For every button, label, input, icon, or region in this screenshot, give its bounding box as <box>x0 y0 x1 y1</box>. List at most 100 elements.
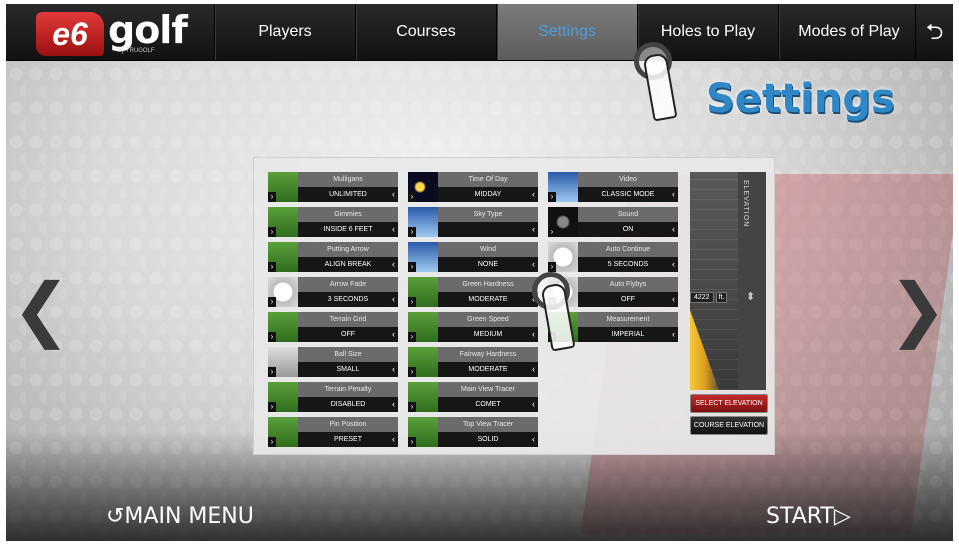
chevron-left-icon[interactable]: ‹ <box>672 327 675 342</box>
setting-green-hardness[interactable]: › Green HardnessMODERATE‹ <box>408 277 538 307</box>
chevron-right-icon[interactable]: › <box>268 367 276 377</box>
setting-video[interactable]: › Video CLASSIC MODE ‹ <box>548 172 678 202</box>
setting-putting-arrow[interactable]: › Putting Arrow ALIGN BREAK ‹ <box>268 242 398 272</box>
chevron-right-icon[interactable]: › <box>408 192 416 202</box>
setting-ball-size[interactable]: › Ball Size SMALL ‹ <box>268 347 398 377</box>
setting-gimmies[interactable]: › Gimmies INSIDE 6 FEET ‹ <box>268 207 398 237</box>
setting-value[interactable]: 3 SECONDS ‹ <box>298 292 398 307</box>
chevron-right-icon[interactable]: › <box>408 332 416 342</box>
chevron-left-icon[interactable]: ‹ <box>392 257 395 272</box>
chevron-right-icon[interactable]: › <box>548 192 556 202</box>
elevation-readout: 4222 ft. <box>690 290 738 304</box>
setting-top-view-tracer[interactable]: › Top View Tracer SOLID ‹ <box>408 417 538 447</box>
setting-value[interactable]: OFF ‹ <box>298 327 398 342</box>
tab-players[interactable]: Players <box>214 4 355 60</box>
setting-value[interactable]: ALIGN BREAK ‹ <box>298 257 398 272</box>
chevron-right-icon[interactable]: › <box>268 262 276 272</box>
chevron-left-icon[interactable]: ‹ <box>392 222 395 237</box>
setting-green-speed[interactable]: › Green Speed MEDIUM ‹ <box>408 312 538 342</box>
chevron-left-icon[interactable]: ‹ <box>532 257 535 272</box>
chevron-right-icon[interactable]: › <box>268 437 276 447</box>
setting-value[interactable]: ON ‹ <box>578 222 678 237</box>
chevron-right-icon[interactable]: › <box>268 192 276 202</box>
setting-arrow-fade[interactable]: › Arrow Fade 3 SECONDS ‹ <box>268 277 398 307</box>
chevron-left-icon[interactable]: ‹ <box>532 222 535 237</box>
setting-terrain-penalty[interactable]: › Terrain Penalty DISABLED ‹ <box>268 382 398 412</box>
tab-settings[interactable]: Settings <box>496 4 637 60</box>
chevron-left-icon[interactable]: ‹ <box>392 187 395 202</box>
elevation-slider[interactable]: 4222 ft. <box>690 172 738 390</box>
chevron-left-icon[interactable]: ‹ <box>672 187 675 202</box>
setting-value-text: ON <box>622 226 634 233</box>
main-menu-button[interactable]: ↺MAIN MENU <box>106 504 254 529</box>
setting-fairway-hardness[interactable]: › Fairway Hardness MODERATE ‹ <box>408 347 538 377</box>
chevron-left-icon[interactable]: ‹ <box>392 432 395 447</box>
setting-value[interactable]: ‹ <box>438 222 538 237</box>
setting-value[interactable]: COMET ‹ <box>438 397 538 412</box>
setting-auto-continue[interactable]: › Auto Continue 5 SECONDS ‹ <box>548 242 678 272</box>
setting-time-of-day[interactable]: › Time Of Day MIDDAY ‹ <box>408 172 538 202</box>
chevron-left-icon[interactable]: ‹ <box>672 292 675 307</box>
chevron-left-icon[interactable]: ‹ <box>532 432 535 447</box>
chevron-right-icon[interactable]: › <box>408 227 416 237</box>
setting-value[interactable]: DISABLED ‹ <box>298 397 398 412</box>
chevron-left-icon[interactable]: ‹ <box>672 222 675 237</box>
return-arrow-icon[interactable]: ⮌ <box>915 4 953 60</box>
chevron-right-icon[interactable]: › <box>408 262 416 272</box>
chevron-right-icon[interactable]: › <box>268 332 276 342</box>
chevron-left-icon[interactable]: ‹ <box>532 362 535 377</box>
chevron-right-icon[interactable]: › <box>548 227 556 237</box>
chevron-right-icon[interactable]: › <box>408 297 416 307</box>
chevron-left-icon[interactable]: ‹ <box>392 362 395 377</box>
setting-value[interactable]: PRESET ‹ <box>298 432 398 447</box>
chevron-left-icon[interactable]: ‹ <box>392 292 395 307</box>
setting-mulligans[interactable]: › Mulligans UNLIMITED ‹ <box>268 172 398 202</box>
setting-value[interactable]: MEDIUM ‹ <box>438 327 538 342</box>
chevron-right-icon[interactable]: › <box>408 402 416 412</box>
chevron-right-icon[interactable]: › <box>268 227 276 237</box>
course-elevation-button[interactable]: COURSE ELEVATION <box>690 416 768 435</box>
setting-value[interactable]: SOLID ‹ <box>438 432 538 447</box>
setting-value[interactable]: CLASSIC MODE ‹ <box>578 187 678 202</box>
setting-value[interactable]: 5 SECONDS ‹ <box>578 257 678 272</box>
setting-wind[interactable]: › Wind NONE ‹ <box>408 242 538 272</box>
chevron-left-icon[interactable]: ‹ <box>392 397 395 412</box>
setting-terrain-grid[interactable]: › Terrain Grid OFF ‹ <box>268 312 398 342</box>
elevation-value[interactable]: 4222 <box>690 291 714 303</box>
chevron-left-icon[interactable]: ‹ <box>532 187 535 202</box>
setting-value-text: SMALL <box>336 366 360 373</box>
setting-pin-position[interactable]: › Pin Position PRESET ‹ <box>268 417 398 447</box>
chevron-right-icon[interactable]: › <box>548 262 556 272</box>
setting-value-text: DISABLED <box>330 401 366 408</box>
chevron-right-icon[interactable]: › <box>408 437 416 447</box>
prev-arrow-icon[interactable]: ❮ <box>12 274 71 344</box>
setting-value[interactable]: MODERATE ‹ <box>438 362 538 377</box>
setting-value[interactable]: MODERATE‹ <box>438 292 538 307</box>
setting-value[interactable]: UNLIMITED ‹ <box>298 187 398 202</box>
golf-course-thumbnail: › <box>268 172 298 202</box>
setting-sound[interactable]: › Sound ON ‹ <box>548 207 678 237</box>
setting-value[interactable]: OFF ‹ <box>578 292 678 307</box>
chevron-left-icon[interactable]: ‹ <box>672 257 675 272</box>
select-elevation-button[interactable]: SELECT ELEVATION <box>690 394 768 413</box>
setting-sky-type[interactable]: › Sky Type ‹ <box>408 207 538 237</box>
setting-value[interactable]: SMALL ‹ <box>298 362 398 377</box>
next-arrow-icon[interactable]: ❯ <box>888 274 947 344</box>
tab-courses[interactable]: Courses <box>355 4 496 60</box>
setting-value-text: MODERATE <box>468 366 508 373</box>
chevron-right-icon[interactable]: › <box>268 402 276 412</box>
setting-value-text: CLASSIC MODE <box>601 191 655 198</box>
setting-value[interactable]: IMPERIAL ‹ <box>578 327 678 342</box>
tab-modes-of-play[interactable]: Modes of Play <box>778 4 919 60</box>
start-button[interactable]: START▷ <box>766 504 851 529</box>
chevron-left-icon[interactable]: ‹ <box>532 397 535 412</box>
setting-main-view-tracer[interactable]: › Main View Tracer COMET ‹ <box>408 382 538 412</box>
setting-value[interactable]: MIDDAY ‹ <box>438 187 538 202</box>
elevation-stepper-icon[interactable]: ⬍ <box>746 290 755 303</box>
chevron-right-icon[interactable]: › <box>408 367 416 377</box>
setting-value[interactable]: NONE ‹ <box>438 257 538 272</box>
chevron-right-icon[interactable]: › <box>268 297 276 307</box>
chevron-left-icon[interactable]: ‹ <box>392 327 395 342</box>
speaker-thumbnail: › <box>548 207 578 237</box>
setting-value[interactable]: INSIDE 6 FEET ‹ <box>298 222 398 237</box>
